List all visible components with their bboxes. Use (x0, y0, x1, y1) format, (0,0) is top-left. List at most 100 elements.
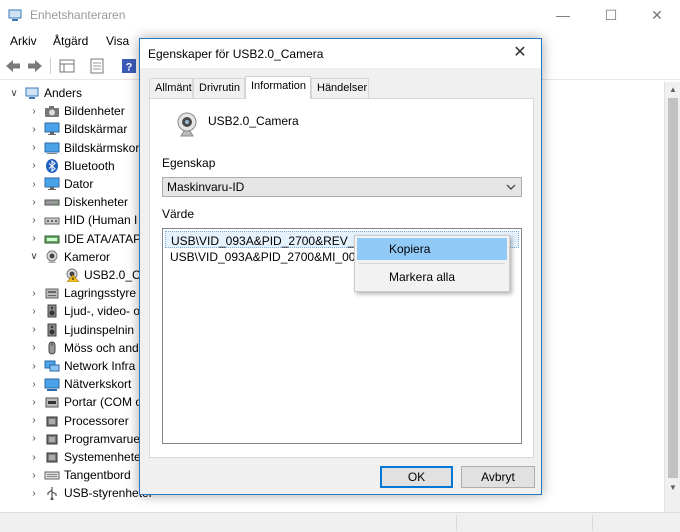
tree-item-16[interactable]: › Nätverkskort (28, 375, 131, 393)
tree-item-17[interactable]: › Portar (COM o (28, 393, 142, 411)
tree-item-label: Lagringsstyre (64, 286, 137, 301)
scroll-down-icon[interactable]: ▼ (665, 480, 680, 496)
menu-item-copy[interactable]: Kopiera (357, 238, 507, 260)
context-menu: Kopiera Markera alla (354, 235, 510, 292)
document-icon[interactable] (88, 57, 106, 75)
chip-icon (46, 434, 58, 445)
chevron-right-icon[interactable]: › (28, 433, 40, 444)
back-arrow-icon[interactable] (4, 57, 22, 75)
tab-handelser[interactable]: Händelser (311, 78, 369, 98)
dialog-close-button[interactable]: ✕ (505, 42, 535, 64)
ide-icon (44, 235, 60, 244)
tree-item-label: USB2.0_Ca (84, 268, 148, 282)
chevron-right-icon[interactable]: › (28, 160, 40, 171)
value-label: Värde (162, 207, 195, 221)
tree-item-label: IDE ATA/ATAP (64, 231, 142, 246)
tree-item-14[interactable]: › Möss och and (28, 339, 138, 357)
chevron-right-icon[interactable]: › (28, 106, 40, 117)
tree-item-8[interactable]: › IDE ATA/ATAP (28, 230, 141, 248)
main-titlebar: Enhetshanteraren — ☐ ✕ (0, 0, 680, 30)
chevron-down-icon (506, 184, 516, 190)
tree-item-3[interactable]: › Bildskärmskor (28, 139, 139, 157)
chevron-right-icon[interactable]: › (28, 124, 40, 135)
chevron-right-icon[interactable]: › (28, 397, 40, 408)
property-select[interactable]: Maskinvaru-ID (162, 177, 522, 197)
scroll-up-icon[interactable]: ▲ (665, 82, 680, 98)
chevron-right-icon[interactable]: › (28, 342, 40, 353)
tree-item-label: Ljud-, video- o (64, 304, 141, 319)
menu-separator (359, 263, 505, 264)
property-label: Egenskap (162, 156, 216, 170)
chevron-right-icon[interactable]: › (28, 415, 40, 426)
chevron-right-icon[interactable]: › (28, 470, 40, 481)
close-icon: ✕ (651, 6, 663, 23)
maximize-button[interactable]: ☐ (588, 0, 634, 30)
tab-allmant[interactable]: Allmänt (149, 78, 193, 98)
status-segment (456, 515, 457, 531)
vertical-scrollbar[interactable]: ▲ ▼ (664, 82, 680, 512)
help-icon[interactable]: ? (120, 57, 138, 75)
chevron-right-icon[interactable]: › (28, 379, 40, 390)
tree-item-5[interactable]: › Dator (28, 175, 93, 193)
tab-drivrutin[interactable]: Drivrutin (193, 78, 245, 98)
usb-icon (47, 487, 57, 501)
tree-item-21[interactable]: › Tangentbord (28, 466, 130, 484)
tree-item-22[interactable]: › USB-styrenheter (28, 484, 153, 502)
minimize-button[interactable]: — (540, 0, 586, 30)
tree-item-6[interactable]: › Diskenheter (28, 193, 128, 211)
tree-item-label: Programvarue (64, 431, 141, 446)
chevron-right-icon[interactable]: › (28, 179, 40, 190)
tree-item-label: Nätverkskort (64, 377, 132, 392)
tree-item-label: Ljudinspelnin (64, 322, 135, 337)
tree-item-7[interactable]: › HID (Human I (28, 211, 137, 229)
chevron-down-icon[interactable]: ∨ (8, 88, 20, 99)
cancel-button[interactable]: Avbryt (461, 466, 535, 488)
menu-visa[interactable]: Visa (106, 34, 129, 48)
tree-item-15[interactable]: › Network Infra (28, 357, 135, 375)
chevron-right-icon[interactable]: › (28, 361, 40, 372)
computer-icon (25, 87, 39, 99)
tree-item-12[interactable]: › Ljud-, video- o (28, 302, 140, 320)
chevron-right-icon[interactable]: › (28, 233, 40, 244)
chevron-right-icon[interactable]: › (28, 452, 40, 463)
chevron-right-icon[interactable]: › (28, 288, 40, 299)
tree-item-13[interactable]: › Ljudinspelnin (28, 321, 134, 339)
chevron-right-icon[interactable]: › (28, 215, 40, 226)
tree-item-4[interactable]: › Bluetooth (28, 157, 115, 175)
webcam-icon (177, 112, 197, 137)
tree-item-20[interactable]: › Systemenhete (28, 448, 140, 466)
tree-item-0[interactable]: ∨ Anders (8, 84, 82, 102)
tree-item-label: Processorer (64, 413, 129, 428)
chevron-right-icon[interactable]: › (28, 197, 40, 208)
hid-icon (44, 217, 60, 225)
mouse-icon (48, 341, 56, 355)
menu-atgard[interactable]: Åtgärd (53, 34, 88, 48)
chevron-right-icon[interactable]: › (28, 324, 40, 335)
tree-item-2[interactable]: › Bildskärmar (28, 120, 127, 138)
tree-item-18[interactable]: › Processorer (28, 412, 129, 430)
menu-item-select-all[interactable]: Markera alla (357, 266, 507, 288)
speaker-icon (47, 323, 57, 337)
tree-item-label: Bildskärmar (64, 122, 128, 137)
network-card-icon (44, 378, 60, 392)
chevron-right-icon[interactable]: › (28, 306, 40, 317)
scrollbar-thumb[interactable] (668, 98, 678, 478)
chevron-down-icon[interactable]: ∨ (28, 251, 40, 262)
chevron-right-icon[interactable]: › (28, 488, 40, 499)
device-manager-icon (8, 9, 22, 21)
tree-item-label: Dator (64, 177, 94, 191)
tree-item-9[interactable]: ∨ Kameror (28, 248, 110, 266)
forward-arrow-icon[interactable] (26, 57, 44, 75)
ok-button[interactable]: OK (380, 466, 453, 488)
chevron-right-icon[interactable]: › (28, 142, 40, 153)
tree-item-11[interactable]: › Lagringsstyre (28, 284, 136, 302)
tree-item-19[interactable]: › Programvarue (28, 430, 140, 448)
close-window-button[interactable]: ✕ (634, 0, 680, 30)
properties-grid-icon[interactable] (58, 57, 76, 75)
tree-item-10[interactable]: USB2.0_Ca (48, 266, 147, 284)
menu-arkiv[interactable]: Arkiv (10, 34, 37, 48)
tree-item-label: Portar (COM o (64, 395, 143, 410)
tree-item-1[interactable]: › Bildenheter (28, 102, 124, 120)
chip-icon (46, 416, 58, 427)
tab-information[interactable]: Information (245, 76, 311, 99)
